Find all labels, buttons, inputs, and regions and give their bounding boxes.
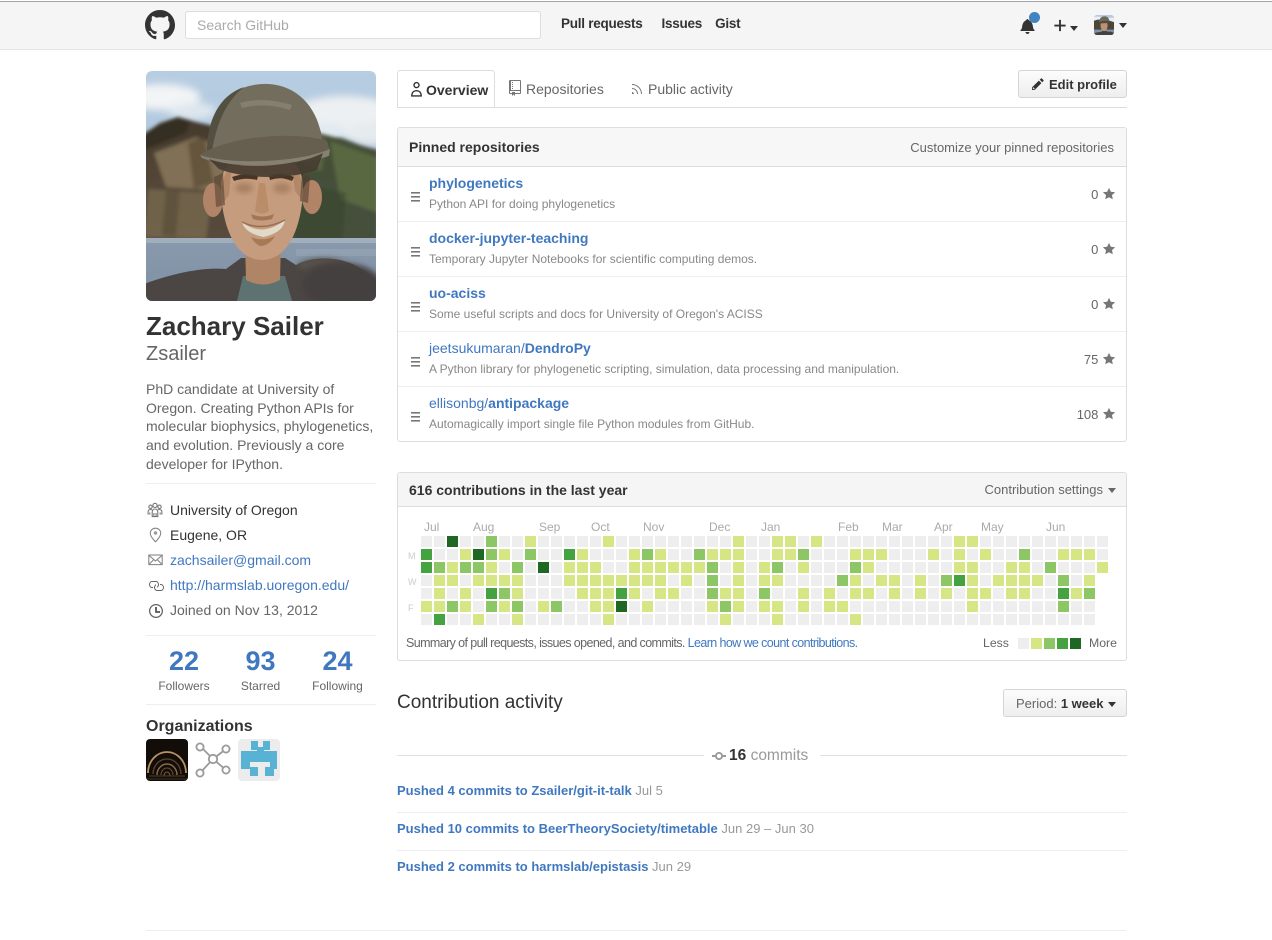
- svg-text:Nov: Nov: [643, 520, 664, 534]
- svg-text:M: M: [408, 551, 416, 561]
- svg-text:F: F: [408, 603, 414, 613]
- svg-text:Apr: Apr: [934, 520, 953, 534]
- svg-text:Feb: Feb: [838, 520, 859, 534]
- svg-text:Oct: Oct: [591, 520, 610, 534]
- svg-text:Jun: Jun: [1046, 520, 1065, 534]
- svg-text:Mar: Mar: [882, 520, 903, 534]
- svg-text:Jan: Jan: [761, 520, 780, 534]
- svg-text:Sep: Sep: [539, 520, 561, 534]
- svg-text:W: W: [408, 577, 417, 587]
- svg-text:Aug: Aug: [473, 520, 494, 534]
- svg-text:Jul: Jul: [424, 520, 439, 534]
- svg-text:Dec: Dec: [709, 520, 730, 534]
- svg-text:May: May: [981, 520, 1004, 534]
